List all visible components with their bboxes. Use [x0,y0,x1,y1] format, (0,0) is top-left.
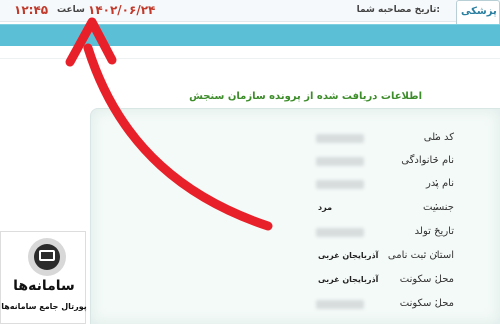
field-label: محل سکونت [399,274,454,285]
field-label: نام پدر [425,178,454,189]
field-colon: : [434,177,438,188]
field-row-birth-date: تاریخ تولد : [90,222,500,245]
field-label: نام خانوادگی [401,155,454,166]
field-colon: : [434,249,438,260]
site-logo: سامانه‌ها پورتال جامع سامانه‌ها [0,231,87,324]
field-row-last-name: نام خانوادگی : [90,151,500,174]
field-colon: : [434,225,438,236]
field-label: استان ثبت نامی [387,250,454,261]
field-value: آذربایجان غربی [318,251,379,260]
logo-name: سامانه‌ها [13,278,75,294]
redacted-value [316,134,364,143]
redacted-value [316,300,364,309]
field-colon: : [434,154,438,165]
field-colon: : [434,273,438,284]
field-value: مرد [318,203,333,212]
field-colon: : [434,297,438,308]
field-row-father-name: نام پدر : [90,174,500,197]
field-row-national-id: کد ملی : [90,128,500,151]
field-row-residence-2: محل سکونت : [90,294,500,317]
interview-date-label: تاریخ مصاحبه شما: [356,5,440,15]
field-row-registration-province: استان ثبت نامی : آذربایجان غربی [90,246,500,269]
redacted-value [316,157,364,166]
logo-tagline: پورتال جامع سامانه‌ها [1,302,87,311]
interview-info-bar: تاریخ مصاحبه شما: ۱۴۰۲/۰۶/۲۴ ساعت ۱۲:۴۵ [0,0,500,22]
field-label: کد ملی [423,132,454,143]
monitor-icon [39,250,55,261]
field-label: محل سکونت [399,298,454,309]
divider [0,58,500,59]
field-colon: : [434,201,438,212]
field-colon: : [434,131,438,142]
nav-bar [0,24,500,46]
redacted-value [316,180,364,189]
field-row-gender: جنسیت : مرد [90,198,500,221]
interview-time-label: ساعت [57,5,85,15]
field-row-residence: محل سکونت : آذربایجان غربی [90,270,500,293]
section-title: اطلاعات دریافت شده از پرونده سازمان سنجش [189,91,422,102]
field-label: جنسیت [423,202,454,213]
redacted-value [316,228,364,237]
field-value: آذربایجان غربی [318,275,379,284]
interview-date-value: ۱۴۰۲/۰۶/۲۴ [88,3,156,17]
interview-time-value: ۱۲:۴۵ [14,3,49,17]
tab-medical[interactable]: پزشکی [456,0,500,24]
